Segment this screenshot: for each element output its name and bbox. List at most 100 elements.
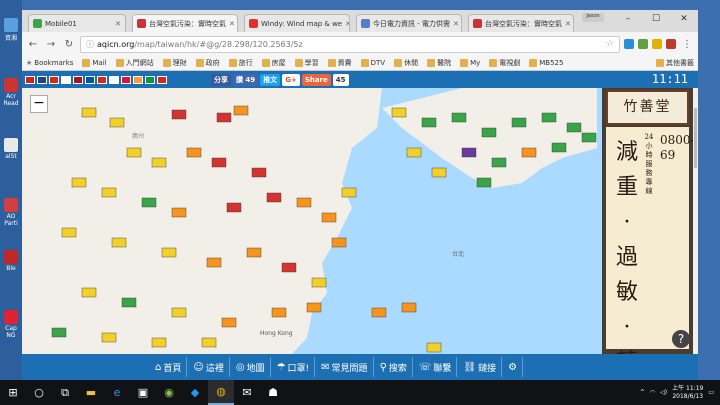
aqi-station-marker[interactable] xyxy=(221,317,237,328)
flag-icon[interactable] xyxy=(85,75,95,84)
aqi-station-marker[interactable] xyxy=(186,147,202,158)
share-count-button[interactable]: Share xyxy=(301,73,331,86)
volume-icon[interactable]: ◁) xyxy=(660,389,667,396)
mail-icon[interactable]: ✉ xyxy=(234,380,260,405)
browser-tab[interactable]: Mobile01 ✕ xyxy=(28,14,126,32)
bookmark-item[interactable]: 入門網站 xyxy=(115,58,154,68)
aqi-station-marker[interactable] xyxy=(451,112,467,123)
gplus-button[interactable]: G+ xyxy=(282,73,300,86)
aqi-station-marker[interactable] xyxy=(201,337,217,348)
menu-mask[interactable]: ☂ 口罩! xyxy=(272,357,316,377)
aqi-station-marker[interactable] xyxy=(226,202,242,213)
aqi-station-marker[interactable] xyxy=(211,157,227,168)
aqi-station-marker[interactable] xyxy=(233,105,249,116)
close-button[interactable]: ✕ xyxy=(670,10,698,28)
network-icon[interactable]: ◠ xyxy=(650,389,655,396)
bookmark-item[interactable]: Mail xyxy=(82,59,107,67)
bookmark-item[interactable]: MB525 xyxy=(529,59,563,67)
browser-tab[interactable]: 今日電力資訊 - 電力供需 ✕ xyxy=(356,14,462,32)
other-bookmarks[interactable]: 其他書籤 xyxy=(656,58,694,68)
bookmark-item[interactable]: 房屋 xyxy=(261,58,286,68)
aqi-station-marker[interactable] xyxy=(246,247,262,258)
aqi-station-marker[interactable] xyxy=(121,297,137,308)
aqi-station-marker[interactable] xyxy=(281,262,297,273)
bookmark-item[interactable]: ★ Bookmarks xyxy=(26,59,73,67)
close-tab-icon[interactable]: ✕ xyxy=(450,20,459,28)
flag-icon[interactable] xyxy=(25,75,35,84)
aqi-station-marker[interactable] xyxy=(141,197,157,208)
bookmark-item[interactable]: DTV xyxy=(360,59,385,67)
desktop-icon[interactable]: AO Parti xyxy=(2,198,20,227)
aqi-station-marker[interactable] xyxy=(81,287,97,298)
aqi-station-marker[interactable] xyxy=(406,147,422,158)
aqi-station-marker[interactable] xyxy=(306,302,322,313)
aqi-station-marker[interactable] xyxy=(61,227,77,238)
flag-icon[interactable] xyxy=(73,75,83,84)
aqi-station-marker[interactable] xyxy=(491,157,507,168)
bookmark-item[interactable]: 理財 xyxy=(162,58,187,68)
edge-icon[interactable]: e xyxy=(104,380,130,405)
flag-icon[interactable] xyxy=(145,75,155,84)
address-bar[interactable]: ⓘ aqicn.org/map/taiwan/hk/#@g/28.298/120… xyxy=(80,35,620,53)
scrollbar[interactable] xyxy=(693,88,698,354)
aqi-station-marker[interactable] xyxy=(321,212,337,223)
bookmark-item[interactable]: 政府 xyxy=(195,58,220,68)
menu-home[interactable]: ⌂ 首頁 xyxy=(150,357,188,377)
aqi-station-marker[interactable] xyxy=(481,127,497,138)
store-icon[interactable]: ▣ xyxy=(130,380,156,405)
aqi-station-marker[interactable] xyxy=(566,122,582,133)
aqi-station-marker[interactable] xyxy=(371,307,387,318)
desktop-icon[interactable]: Cap NG xyxy=(2,310,20,339)
file-explorer-icon[interactable]: ▬ xyxy=(78,380,104,405)
desktop-icon[interactable]: Ble xyxy=(2,250,20,272)
maximize-button[interactable]: ☐ xyxy=(642,10,670,28)
desktop-icon[interactable]: 資湘 xyxy=(2,18,20,42)
forward-button[interactable]: → xyxy=(44,39,58,50)
bookmark-item[interactable]: 資費 xyxy=(327,58,352,68)
aqi-station-marker[interactable] xyxy=(476,177,492,188)
menu-faq[interactable]: ✉ 常見問題 xyxy=(316,357,374,377)
app-icon[interactable]: ◆ xyxy=(182,380,208,405)
reload-button[interactable]: ↻ xyxy=(62,39,76,50)
app-icon[interactable]: ◉ xyxy=(156,380,182,405)
aqi-station-marker[interactable] xyxy=(401,302,417,313)
aqi-station-marker[interactable] xyxy=(109,117,125,128)
bookmark-item[interactable]: 電視劇 xyxy=(489,58,520,68)
close-tab-icon[interactable]: ✕ xyxy=(226,20,235,28)
flag-icon[interactable] xyxy=(61,75,71,84)
flag-icon[interactable] xyxy=(97,75,107,84)
minimize-button[interactable]: – xyxy=(614,10,642,28)
bookmark-item[interactable]: 休閒 xyxy=(394,58,418,68)
close-tab-icon[interactable]: ✕ xyxy=(562,20,571,28)
tweet-button[interactable]: 推文 xyxy=(260,73,281,86)
aqi-station-marker[interactable] xyxy=(331,237,347,248)
aqi-station-marker[interactable] xyxy=(296,197,312,208)
aqi-station-marker[interactable] xyxy=(266,192,282,203)
flag-icon[interactable] xyxy=(37,75,47,84)
task-view-icon[interactable]: ⧉ xyxy=(52,380,78,405)
browser-tab[interactable]: 台灣空氣污染：實時空氣 ✕ xyxy=(132,14,238,32)
like-button[interactable]: 讚 49 xyxy=(233,73,259,86)
bookmark-item[interactable]: 學習 xyxy=(294,58,319,68)
aqi-station-marker[interactable] xyxy=(426,342,442,353)
taskbar-clock[interactable]: 上午 11:19 2018/6/13 xyxy=(672,385,703,401)
menu-settings[interactable]: ⚙ xyxy=(503,357,524,377)
aqi-station-marker[interactable] xyxy=(126,147,142,158)
bookmark-item[interactable]: 醫院 xyxy=(427,58,451,68)
aqi-station-marker[interactable] xyxy=(81,107,97,118)
aqi-station-marker[interactable] xyxy=(581,132,597,143)
chrome-icon[interactable]: ◍ xyxy=(208,380,234,405)
aqi-station-marker[interactable] xyxy=(111,237,127,248)
start-button[interactable]: ⊞ xyxy=(0,380,26,405)
flag-icon[interactable] xyxy=(157,75,167,84)
app-icon[interactable]: ☗ xyxy=(260,380,286,405)
flag-icon[interactable] xyxy=(49,75,59,84)
share-button[interactable]: 分享 xyxy=(211,73,231,86)
menu-search[interactable]: ⚲ 搜索 xyxy=(375,357,413,377)
browser-tab[interactable]: Windy: Wind map & we✕ xyxy=(244,14,350,32)
extension-icon[interactable] xyxy=(624,39,634,49)
menu-contact[interactable]: ☏ 聯繫 xyxy=(414,357,458,377)
aqi-station-marker[interactable] xyxy=(391,107,407,118)
extension-icon[interactable] xyxy=(652,39,662,49)
bookmark-item[interactable]: My xyxy=(460,59,480,67)
